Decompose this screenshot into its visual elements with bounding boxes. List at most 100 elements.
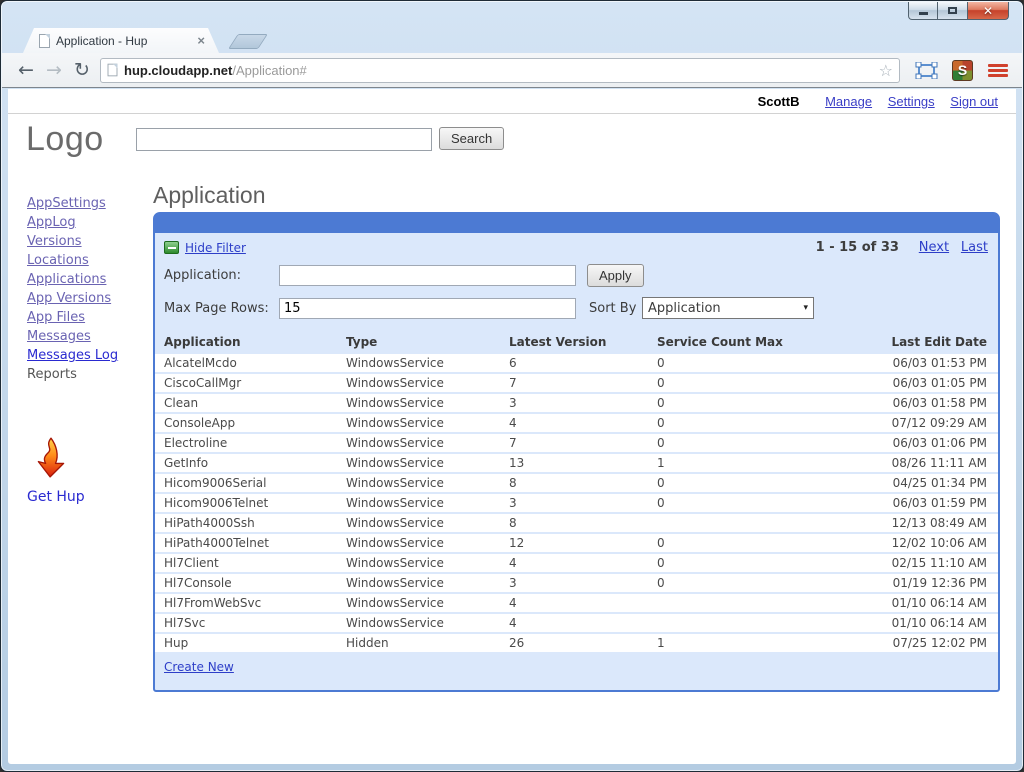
sidebar-item-appsettings[interactable]: AppSettings: [27, 194, 147, 213]
table-row: Hicom9006Telnet WindowsService 3 0 06/03…: [155, 494, 998, 512]
flame-arrow-icon[interactable]: [33, 469, 69, 484]
sort-by-select[interactable]: Application ▾: [642, 297, 814, 319]
cell-application: Hl7Svc: [155, 614, 337, 632]
cell-last-edit-date: 01/10 06:14 AM: [820, 594, 998, 612]
get-hup-link[interactable]: Get Hup: [27, 488, 85, 507]
cell-service-count-max: [648, 594, 820, 612]
sidebar-item-applog[interactable]: AppLog: [27, 213, 147, 232]
apply-button[interactable]: Apply: [587, 264, 644, 287]
cell-last-edit-date: 07/25 12:02 PM: [820, 634, 998, 652]
address-bar[interactable]: hup.cloudapp.net/Application# ☆: [100, 58, 900, 83]
maximize-button[interactable]: [938, 2, 967, 20]
site-search-input[interactable]: [136, 128, 432, 151]
sidebar-item-app-versions[interactable]: App Versions: [27, 289, 147, 308]
cell-service-count-max: 0: [648, 374, 820, 392]
hide-filter-link[interactable]: Hide Filter: [185, 241, 246, 255]
browser-tab[interactable]: Application - Hup ×: [23, 28, 219, 53]
table-row: HiPath4000Ssh WindowsService 8 12/13 08:…: [155, 514, 998, 532]
tab-title: Application - Hup: [56, 34, 197, 48]
filter-toggle-row: Hide Filter 1 - 15 of 33 Next Last: [155, 233, 998, 259]
sidebar-item-versions[interactable]: Versions: [27, 232, 147, 251]
cell-type: WindowsService: [337, 594, 500, 612]
cell-type: WindowsService: [337, 434, 500, 452]
sidebar-item-locations[interactable]: Locations: [27, 251, 147, 270]
create-new-row: Create New: [155, 654, 998, 690]
window-controls: ✕: [908, 2, 1009, 20]
cell-latest-version: 12: [500, 534, 648, 552]
cell-last-edit-date: 01/19 12:36 PM: [820, 574, 998, 592]
cell-service-count-max: 0: [648, 574, 820, 592]
cell-latest-version: 3: [500, 494, 648, 512]
bookmark-star-icon[interactable]: ☆: [879, 61, 893, 80]
cell-last-edit-date: 02/15 11:10 AM: [820, 554, 998, 572]
max-page-rows-input[interactable]: [279, 298, 576, 319]
minimize-button[interactable]: [908, 2, 938, 20]
column-header-application: Application: [155, 332, 337, 352]
screenshot-extension-icon[interactable]: [915, 62, 938, 79]
dropdown-arrow-icon: ▾: [803, 303, 808, 313]
cell-service-count-max: 0: [648, 394, 820, 412]
table-row: Hl7FromWebSvc WindowsService 4 01/10 06:…: [155, 594, 998, 612]
site-logo: Logo: [26, 120, 104, 159]
cell-application: Hicom9006Serial: [155, 474, 337, 492]
sort-by-value: Application: [648, 301, 721, 316]
cell-service-count-max: [648, 514, 820, 532]
manage-link[interactable]: Manage: [825, 94, 872, 109]
table-row: AlcatelMcdo WindowsService 6 0 06/03 01:…: [155, 354, 998, 372]
cell-application: AlcatelMcdo: [155, 354, 337, 372]
browser-menu-icon[interactable]: [988, 62, 1008, 79]
sidebar-item-applications[interactable]: Applications: [27, 270, 147, 289]
sidebar-item-app-files[interactable]: App Files: [27, 308, 147, 327]
new-tab-button[interactable]: [228, 34, 268, 49]
cell-latest-version: 8: [500, 514, 648, 532]
url-path: /Application#: [232, 63, 306, 78]
sidebar-item-messages[interactable]: Messages: [27, 327, 147, 346]
cell-application: Electroline: [155, 434, 337, 452]
table-row: Hup Hidden 26 1 07/25 12:02 PM: [155, 634, 998, 652]
get-hup: Get Hup: [27, 436, 147, 507]
back-button[interactable]: ←: [12, 61, 40, 80]
cell-latest-version: 7: [500, 374, 648, 392]
create-new-link[interactable]: Create New: [164, 660, 234, 674]
cell-last-edit-date: 06/03 01:59 PM: [820, 494, 998, 512]
cell-latest-version: 6: [500, 354, 648, 372]
cell-latest-version: 13: [500, 454, 648, 472]
table-row: Clean WindowsService 3 0 06/03 01:58 PM: [155, 394, 998, 412]
collapse-filter-icon[interactable]: [164, 241, 179, 254]
tab-close-icon[interactable]: ×: [197, 34, 205, 47]
cell-latest-version: 4: [500, 594, 648, 612]
reload-button[interactable]: ↻: [68, 61, 96, 80]
cell-type: WindowsService: [337, 514, 500, 532]
minimize-icon: [919, 12, 928, 15]
pagination-last-link[interactable]: Last: [961, 240, 988, 255]
close-window-button[interactable]: ✕: [967, 2, 1009, 20]
cell-latest-version: 4: [500, 554, 648, 572]
table-row: Hicom9006Serial WindowsService 8 0 04/25…: [155, 474, 998, 492]
settings-link[interactable]: Settings: [888, 94, 935, 109]
cell-type: WindowsService: [337, 574, 500, 592]
cell-latest-version: 3: [500, 574, 648, 592]
search-button[interactable]: Search: [439, 127, 504, 150]
cell-service-count-max: 0: [648, 414, 820, 432]
pagination-next-link[interactable]: Next: [919, 240, 949, 255]
url-page-icon: [108, 64, 118, 77]
cell-last-edit-date: 06/03 01:53 PM: [820, 354, 998, 372]
application-filter-input[interactable]: [279, 265, 576, 286]
cell-service-count-max: 1: [648, 454, 820, 472]
sidebar-item-messages-log[interactable]: Messages Log: [27, 346, 147, 365]
sidebar-nav: AppSettings AppLog Versions Locations Ap…: [8, 170, 147, 692]
forward-button[interactable]: →: [40, 61, 68, 80]
table-row: CiscoCallMgr WindowsService 7 0 06/03 01…: [155, 374, 998, 392]
signout-link[interactable]: Sign out: [950, 94, 998, 109]
cell-type: WindowsService: [337, 494, 500, 512]
cell-latest-version: 26: [500, 634, 648, 652]
masthead: Logo Search: [8, 114, 1016, 170]
cell-latest-version: 8: [500, 474, 648, 492]
cell-type: WindowsService: [337, 354, 500, 372]
column-header-latest-version: Latest Version: [500, 332, 648, 352]
s-extension-icon[interactable]: S: [952, 60, 973, 81]
cell-latest-version: 4: [500, 414, 648, 432]
cell-service-count-max: [648, 614, 820, 632]
main-content: Application Hide Filter 1 - 15 of 33 Nex…: [147, 170, 1016, 692]
cell-service-count-max: 1: [648, 634, 820, 652]
